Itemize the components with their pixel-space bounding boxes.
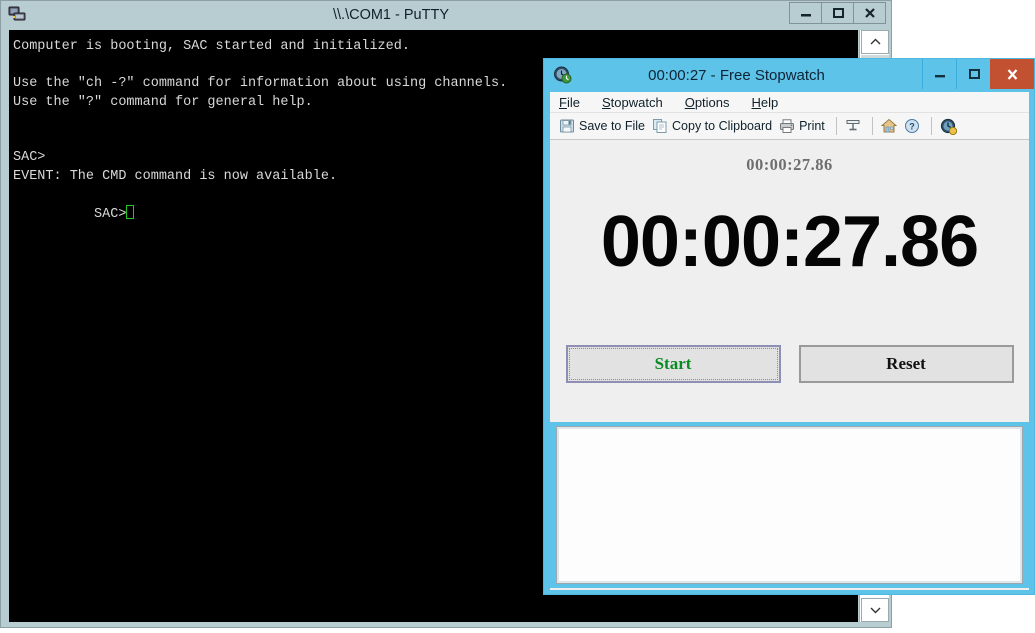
stopwatch-main-panel: 00:00:27.86 00:00:27.86 Start Reset bbox=[550, 140, 1029, 412]
putty-window-buttons bbox=[789, 2, 886, 24]
terminal-line-2: Use the "ch -?" command for information … bbox=[13, 76, 508, 91]
reset-button[interactable]: Reset bbox=[798, 345, 1014, 383]
floppy-disk-icon bbox=[559, 118, 575, 134]
terminal-prompt-line: SAC> bbox=[13, 186, 135, 243]
stopwatch-maximize-button[interactable] bbox=[956, 59, 990, 89]
world-clock-icon bbox=[940, 118, 957, 136]
menu-item-options[interactable]: Options bbox=[685, 95, 730, 110]
putty-close-button[interactable] bbox=[853, 2, 886, 24]
putty-minimize-button[interactable] bbox=[789, 2, 822, 24]
terminal-line-0: Computer is booting, SAC started and ini… bbox=[13, 39, 410, 54]
stopwatch-menubar: File Stopwatch Options Help bbox=[550, 92, 1029, 113]
stopwatch-window-buttons bbox=[922, 59, 1034, 89]
print-button[interactable]: Print bbox=[777, 115, 830, 137]
menu-item-help-rest: elp bbox=[760, 94, 779, 110]
toolbar-separator-1 bbox=[835, 117, 837, 135]
stopwatch-titlebar[interactable]: 00:00:27 - Free Stopwatch bbox=[544, 59, 1034, 91]
copy-pages-icon bbox=[652, 118, 668, 134]
print-label: Print bbox=[799, 119, 825, 133]
stopwatch-controls: Start Reset bbox=[550, 345, 1029, 383]
menu-item-stopwatch[interactable]: Stopwatch bbox=[602, 95, 663, 110]
home-icon bbox=[880, 118, 898, 134]
save-to-file-label: Save to File bbox=[579, 119, 646, 133]
copy-to-clipboard-label: Copy to Clipboard bbox=[672, 119, 773, 133]
putty-titlebar[interactable]: \\.\COM1 - PuTTY bbox=[1, 1, 891, 28]
menu-item-file-rest: ile bbox=[566, 94, 580, 110]
desktop: \\.\COM1 - PuTTY Computer is booting, SA… bbox=[0, 0, 1035, 633]
question-mark-icon: ? bbox=[904, 118, 920, 134]
stopwatch-close-button[interactable] bbox=[990, 59, 1034, 89]
menu-item-file[interactable]: File bbox=[559, 95, 580, 110]
stopwatch-primary-time: 00:00:27.86 bbox=[600, 202, 979, 282]
putty-computer-icon bbox=[8, 5, 26, 23]
display-settings-icon bbox=[845, 118, 861, 134]
laps-panel bbox=[550, 422, 1029, 588]
toolbar-separator-2 bbox=[871, 117, 873, 135]
menu-item-help[interactable]: Help bbox=[752, 95, 779, 110]
terminal-cursor bbox=[126, 204, 135, 219]
laps-list[interactable] bbox=[556, 426, 1023, 584]
stopwatch-toolbar: Save to File Copy to Clipboard Print ? bbox=[550, 113, 1029, 140]
terminal-prompt: SAC> bbox=[94, 206, 127, 222]
about-button[interactable]: ? bbox=[902, 115, 925, 137]
printer-icon bbox=[779, 118, 795, 134]
scroll-up-arrow[interactable] bbox=[861, 30, 889, 54]
start-button[interactable]: Start bbox=[565, 345, 781, 383]
free-stopwatch-window[interactable]: 00:00:27 - Free Stopwatch File Stopwatch… bbox=[543, 58, 1035, 595]
putty-maximize-button[interactable] bbox=[821, 2, 854, 24]
scroll-down-arrow[interactable] bbox=[861, 598, 889, 622]
display-settings-button[interactable] bbox=[843, 115, 866, 137]
save-to-file-button[interactable]: Save to File bbox=[557, 115, 650, 137]
menu-item-stopwatch-rest: topwatch bbox=[610, 94, 663, 110]
toolbar-separator-3 bbox=[930, 117, 932, 135]
home-button[interactable] bbox=[879, 115, 902, 137]
world-clock-button[interactable] bbox=[938, 115, 961, 137]
stopwatch-clock-icon bbox=[553, 65, 572, 84]
menu-item-options-rest: ptions bbox=[694, 94, 730, 110]
stopwatch-secondary-time: 00:00:27.86 bbox=[746, 155, 833, 174]
terminal-line-7: EVENT: The CMD command is now available. bbox=[13, 168, 338, 184]
terminal-line-6: SAC> bbox=[13, 150, 46, 165]
putty-title-text: \\.\COM1 - PuTTY bbox=[332, 6, 449, 23]
copy-to-clipboard-button[interactable]: Copy to Clipboard bbox=[650, 115, 777, 137]
terminal-line-3: Use the "?" command for general help. bbox=[13, 94, 313, 110]
stopwatch-minimize-button[interactable] bbox=[922, 59, 956, 89]
svg-text:?: ? bbox=[909, 122, 915, 132]
